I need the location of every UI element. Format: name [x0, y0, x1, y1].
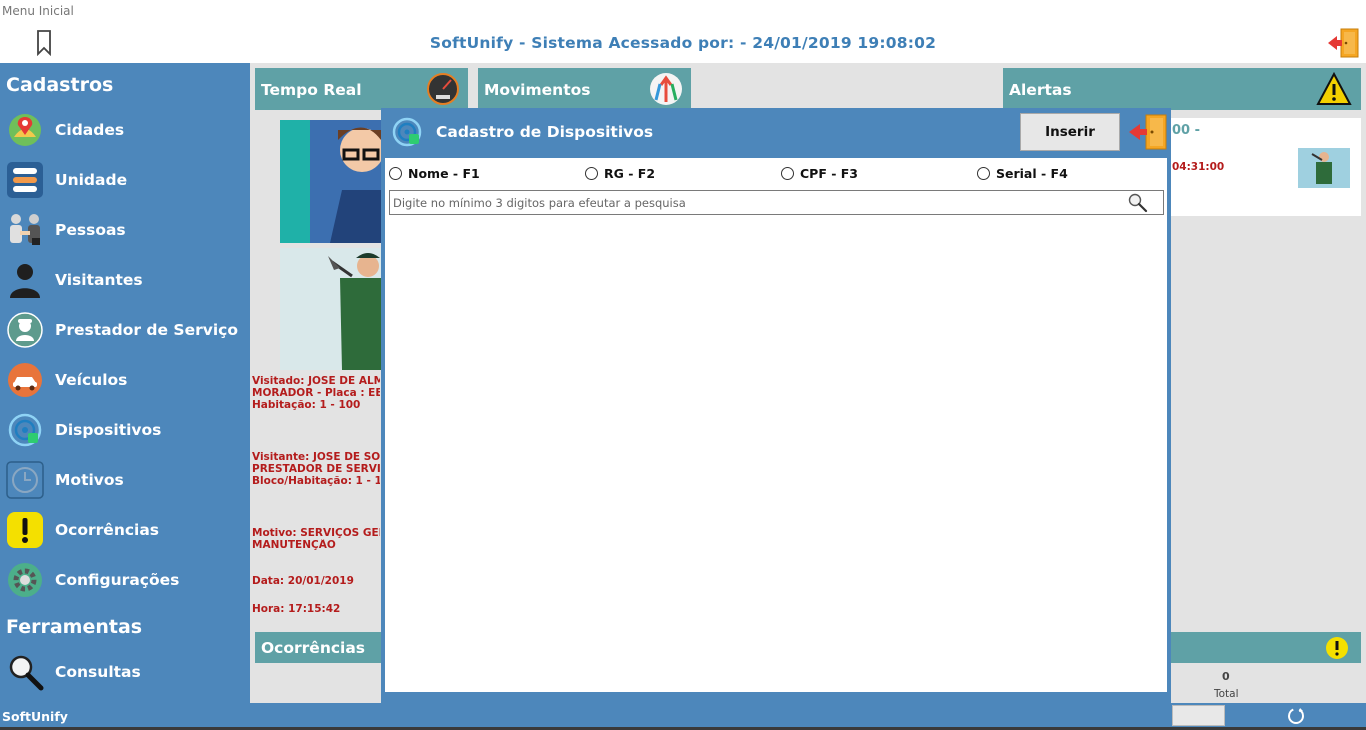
- panel-alertas-header[interactable]: Alertas: [1003, 68, 1361, 110]
- radio-label: RG - F2: [604, 165, 656, 181]
- panel-tempo-real-header[interactable]: Tempo Real: [255, 68, 468, 110]
- search-box: [389, 190, 1164, 215]
- sidebar-item-prestador[interactable]: Prestador de Serviço: [0, 306, 250, 356]
- visitor-photo: [280, 120, 381, 243]
- radio-button[interactable]: [781, 166, 794, 180]
- gear-icon: [8, 563, 42, 597]
- alert-time-fragment: 00 -: [1172, 123, 1201, 138]
- map-pin-icon: [9, 114, 41, 146]
- sidebar-item-veiculos[interactable]: Veículos: [0, 356, 250, 406]
- sidebar-item-configuracoes[interactable]: Configurações: [0, 556, 250, 606]
- menu-inicial-label[interactable]: Menu Inicial: [2, 4, 74, 18]
- section-cadastros: Cadastros: [6, 74, 114, 96]
- car-icon: [8, 363, 42, 397]
- visit-info-line: MANUTENÇÃO: [252, 539, 336, 551]
- visit-info-line: PRESTADOR DE SERVIÇ: [252, 463, 380, 475]
- sidebar-item-label: Cidades: [55, 121, 125, 139]
- status-field[interactable]: [1172, 705, 1225, 726]
- sidebar-item-label: Ocorrências: [55, 521, 160, 539]
- visit-info-line: Habitação: 1 - 100: [252, 399, 361, 411]
- exclamation-icon: [7, 512, 43, 548]
- sidebar-item-cidades[interactable]: Cidades: [0, 106, 250, 156]
- search-input[interactable]: [390, 191, 1120, 214]
- radio-button[interactable]: [585, 166, 598, 180]
- total-value: 0: [1222, 670, 1230, 683]
- radio-cpf[interactable]: CPF - F3: [781, 164, 858, 182]
- exclamation-badge-icon: [1326, 637, 1348, 659]
- sidebar-item-label: Consultas: [55, 663, 141, 681]
- sidebar: Cadastros Cidades Unidade Pessoas Visita…: [0, 63, 250, 730]
- exit-door-icon[interactable]: [1326, 27, 1360, 59]
- radio-label: Serial - F4: [996, 165, 1068, 181]
- visit-info-hour: Hora: 17:15:42: [252, 603, 341, 615]
- sidebar-item-label: Unidade: [55, 171, 128, 189]
- page-title: SoftUnify - Sistema Acessado por: - 24/0…: [429, 34, 937, 52]
- speedometer-icon: [427, 73, 459, 105]
- exit-door-icon[interactable]: [1128, 114, 1168, 150]
- radio-nome[interactable]: Nome - F1: [389, 164, 480, 182]
- visit-info-date: Data: 20/01/2019: [252, 575, 354, 587]
- worker-icon: [7, 312, 43, 348]
- modal-body: Nome - F1 RG - F2 CPF - F3 Serial - F4: [385, 158, 1167, 692]
- modal-title: Cadastro de Dispositivos: [436, 123, 654, 141]
- sidebar-item-consultas[interactable]: Consultas: [0, 648, 250, 698]
- alert-hour-fragment: 04:31:00: [1172, 161, 1225, 173]
- warning-icon: [1316, 72, 1352, 105]
- sidebar-item-visitantes[interactable]: Visitantes: [0, 256, 250, 306]
- dispositivos-modal: Cadastro de Dispositivos Inserir Nome - …: [381, 108, 1171, 726]
- handshake-icon: [10, 214, 40, 245]
- sidebar-item-unidade[interactable]: Unidade: [0, 156, 250, 206]
- clock-icon: [6, 461, 44, 499]
- sidebar-item-label: Prestador de Serviço: [55, 321, 238, 339]
- visit-info-line: Motivo: SERVIÇOS GER: [252, 527, 380, 539]
- alert-card[interactable]: 00 - 04:31:00: [1171, 118, 1361, 216]
- panel-title: Movimentos: [484, 81, 591, 99]
- radio-button[interactable]: [977, 166, 990, 180]
- visit-info-line: MORADOR - Placa : EEI: [252, 387, 380, 399]
- total-label: Total: [1214, 688, 1239, 700]
- sidebar-item-label: Veículos: [55, 371, 128, 389]
- panel-title: Ocorrências: [261, 639, 366, 657]
- device-icon: [392, 117, 422, 147]
- radio-button[interactable]: [389, 166, 402, 180]
- radio-rg[interactable]: RG - F2: [585, 164, 655, 182]
- panel-title: Alertas: [1009, 81, 1072, 99]
- visit-info-line: Visitado: JOSE DE ALMI: [252, 375, 380, 387]
- radio-label: CPF - F3: [800, 165, 859, 181]
- insert-button[interactable]: Inserir: [1020, 113, 1120, 151]
- service-provider-photo: [280, 248, 381, 370]
- sidebar-item-label: Dispositivos: [55, 421, 162, 439]
- panel-title: Tempo Real: [261, 81, 362, 99]
- sidebar-item-pessoas[interactable]: Pessoas: [0, 206, 250, 256]
- section-ferramentas: Ferramentas: [6, 616, 143, 638]
- radio-serial[interactable]: Serial - F4: [977, 164, 1068, 182]
- sidebar-item-label: Visitantes: [55, 271, 143, 289]
- search-icon[interactable]: [1127, 193, 1149, 213]
- alert-worker-photo: [1298, 148, 1350, 188]
- sidebar-item-dispositivos[interactable]: Dispositivos: [0, 406, 250, 456]
- device-icon: [8, 413, 42, 447]
- radio-label: Nome - F1: [408, 165, 480, 181]
- refresh-icon[interactable]: [1286, 706, 1306, 726]
- sidebar-item-ocorrencias[interactable]: Ocorrências: [0, 506, 250, 556]
- visit-info-line: Visitante: JOSE DE SOU: [252, 451, 380, 463]
- top-header: Menu Inicial SoftUnify - Sistema Acessad…: [0, 0, 1366, 63]
- sidebar-footer: SoftUnify: [2, 709, 68, 724]
- panel-movimentos-header[interactable]: Movimentos: [478, 68, 691, 110]
- arrows-icon: [650, 73, 682, 105]
- sidebar-item-label: Motivos: [55, 471, 124, 489]
- visit-info-line: Bloco/Habitação: 1 - 10: [252, 475, 380, 487]
- magnifier-icon: [9, 655, 44, 691]
- sidebar-item-label: Configurações: [55, 571, 180, 589]
- sidebar-item-motivos[interactable]: Motivos: [0, 456, 250, 506]
- building-list-icon: [7, 162, 43, 198]
- person-icon: [10, 264, 40, 298]
- sidebar-item-label: Pessoas: [55, 221, 126, 239]
